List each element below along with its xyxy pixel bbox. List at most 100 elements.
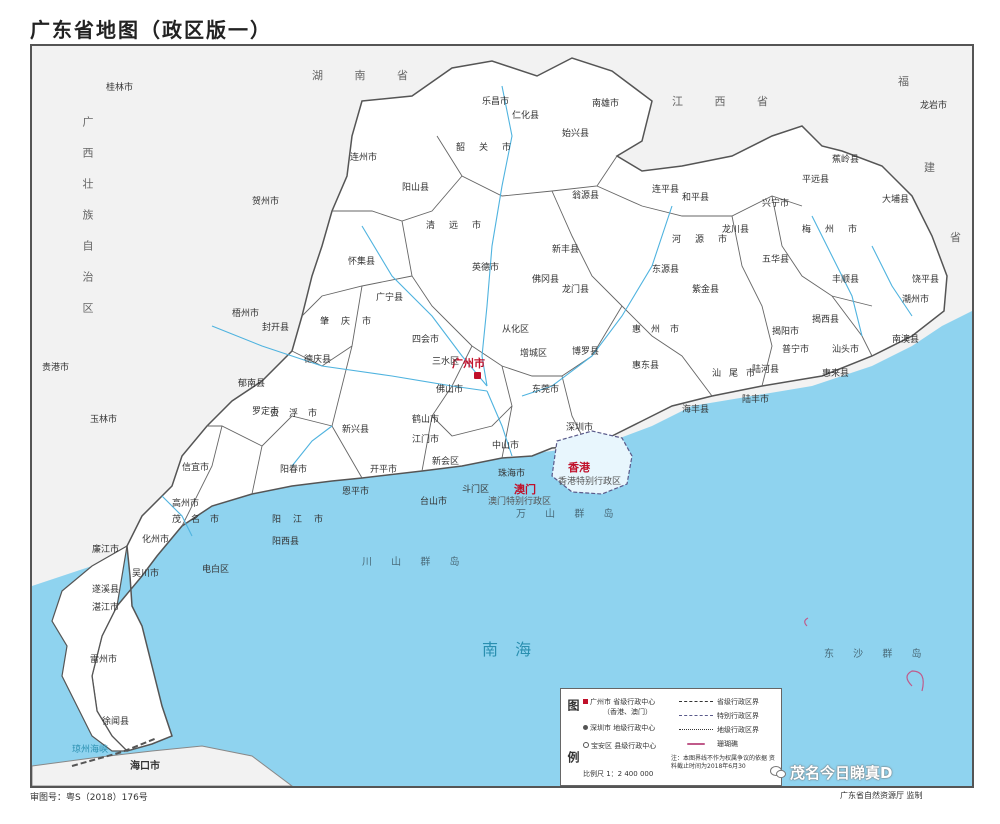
county-label: 恩平市 xyxy=(342,487,370,497)
county-label: 广宁县 xyxy=(376,293,404,303)
legend-circle-icon xyxy=(583,742,589,748)
county-label: 德庆县 xyxy=(304,355,332,365)
county-label: 吴川市 xyxy=(132,569,160,579)
legend-scale: 比例尺 1：2 400 000 xyxy=(583,770,654,778)
city-guigang: 贵港市 xyxy=(42,363,70,373)
county-label: 新会区 xyxy=(432,457,460,467)
label-guangxi: 广西壮族自治区 xyxy=(81,116,94,333)
label-fujian-b: 建 xyxy=(924,161,935,174)
legend-line1-text: 省级行政区界 xyxy=(717,698,759,706)
county-label: 雷州市 xyxy=(90,655,118,665)
label-hunan: 湖 南 省 xyxy=(312,69,422,82)
review-number: 审图号：粤S（2018）176号 xyxy=(30,793,148,803)
county-label: 惠东县 xyxy=(632,361,660,371)
city-guilin: 桂林市 xyxy=(106,83,134,93)
city-jiangmen[interactable]: 江门市 xyxy=(412,436,439,445)
county-label: 怀集县 xyxy=(348,257,376,267)
legend-line-sar xyxy=(679,715,713,716)
county-label: 大埔县 xyxy=(882,195,910,205)
wechat-icon xyxy=(770,766,786,779)
legend-dot-icon xyxy=(583,725,588,730)
legend-square-icon xyxy=(583,699,588,704)
county-label: 化州市 xyxy=(142,535,170,545)
label-hongkong[interactable]: 香港 xyxy=(568,462,590,473)
label-south-china-sea: 南 海 xyxy=(482,640,538,659)
map-frame[interactable]: 湖 南 省 江 西 省 福 建 省 广西壮族自治区 南 海 东 沙 群 岛 万 … xyxy=(30,44,974,788)
county-label: 开平市 xyxy=(370,465,398,475)
county-label: 翁源县 xyxy=(572,191,600,201)
county-label: 电白区 xyxy=(202,565,230,575)
city-huizhou[interactable]: 惠州市 xyxy=(632,326,689,335)
legend-row-sar: （香港、澳门） xyxy=(603,708,652,716)
legend-line-prefecture xyxy=(679,729,713,730)
city-shaoguan[interactable]: 韶关市 xyxy=(456,144,525,153)
legend-row-provincial: 广州市 省级行政中心 xyxy=(583,697,655,707)
county-label: 南澳县 xyxy=(892,335,920,345)
legend-line2-text: 特别行政区界 xyxy=(717,712,759,720)
county-label: 阳山县 xyxy=(402,183,430,193)
county-label: 饶平县 xyxy=(912,275,940,285)
capital-marker[interactable] xyxy=(474,372,481,379)
city-zhongshan[interactable]: 中山市 xyxy=(492,442,519,451)
county-label: 斗门区 xyxy=(462,485,490,495)
label-macau-zone: 澳门特别行政区 xyxy=(488,497,552,507)
county-label: 从化区 xyxy=(502,325,530,335)
county-label: 连平县 xyxy=(652,185,680,195)
county-label: 南雄市 xyxy=(592,99,620,109)
label-fujian-a: 福 xyxy=(898,75,909,88)
city-qingyuan[interactable]: 清远市 xyxy=(426,222,495,231)
county-label: 信宜市 xyxy=(182,463,210,473)
county-label: 鹤山市 xyxy=(412,415,440,425)
city-heyuan[interactable]: 河源市 xyxy=(672,236,741,245)
city-shantou[interactable]: 汕头市 xyxy=(832,346,859,355)
county-label: 龙川县 xyxy=(722,225,750,235)
county-label: 兴宁市 xyxy=(762,199,790,209)
city-shenzhen[interactable]: 深圳市 xyxy=(566,424,593,433)
city-yangjiang[interactable]: 阳江市 xyxy=(272,516,335,525)
county-label: 蕉岭县 xyxy=(832,155,860,165)
city-meizhou[interactable]: 梅州市 xyxy=(802,226,871,235)
watermark: 茂名今日睇真D xyxy=(790,764,893,782)
label-wanshan: 万 山 群 岛 xyxy=(516,509,622,520)
city-jieyang[interactable]: 揭阳市 xyxy=(772,328,799,337)
legend-line-reef xyxy=(687,743,705,745)
county-label: 平远县 xyxy=(802,175,830,185)
legend-row-county: 宝安区 县级行政中心 xyxy=(583,741,656,751)
label-jiangxi: 江 西 省 xyxy=(672,95,782,108)
county-label: 始兴县 xyxy=(562,129,590,139)
city-foshan[interactable]: 佛山市 xyxy=(436,386,463,395)
county-label: 封开县 xyxy=(262,323,290,333)
label-chuanshan: 川 山 群 岛 xyxy=(362,557,468,568)
city-zhuhai[interactable]: 珠海市 xyxy=(498,470,525,479)
map-canvas[interactable] xyxy=(32,46,972,786)
legend-row-prefecture: 深圳市 地级行政中心 xyxy=(583,723,655,733)
label-hk-zone: 香港特别行政区 xyxy=(558,477,622,487)
legend-note: 注：本图界线不作为权属争议的依据 资料截止时间为2018年6月30 xyxy=(671,755,775,770)
county-label: 陆河县 xyxy=(752,365,780,375)
legend-line3-text: 地级行政区界 xyxy=(717,726,759,734)
city-yulin: 玉林市 xyxy=(90,415,118,425)
city-zhanjiang[interactable]: 湛江市 xyxy=(92,604,119,613)
map-title: 广东省地图（政区版一） xyxy=(30,18,272,42)
legend-line4-text: 珊瑚礁 xyxy=(717,740,738,748)
county-label: 普宁市 xyxy=(782,345,810,355)
county-label: 揭西县 xyxy=(812,315,840,325)
county-label: 紫金县 xyxy=(692,285,720,295)
map-legend: 图 例 广州市 省级行政中心 （香港、澳门） 深圳市 地级行政中心 宝安区 县级… xyxy=(560,688,782,786)
city-zhaoqing[interactable]: 肇庆市 xyxy=(320,318,383,327)
county-label: 四会市 xyxy=(412,335,440,345)
county-label: 廉江市 xyxy=(92,545,120,555)
county-label: 惠来县 xyxy=(822,369,850,379)
county-label: 英德市 xyxy=(472,263,500,273)
label-macau[interactable]: 澳门 xyxy=(514,484,536,495)
county-label: 陆丰市 xyxy=(742,395,770,405)
city-dongguan[interactable]: 东莞市 xyxy=(532,386,559,395)
county-label: 徐闻县 xyxy=(102,717,130,727)
legend-line-provincial xyxy=(679,701,713,702)
county-label: 新兴县 xyxy=(342,425,370,435)
label-fujian-c: 省 xyxy=(950,231,961,244)
city-chaozhou[interactable]: 潮州市 xyxy=(902,296,929,305)
county-label: 佛冈县 xyxy=(532,275,560,285)
city-maoming[interactable]: 茂名市 xyxy=(172,516,229,525)
county-label: 新丰县 xyxy=(552,245,580,255)
